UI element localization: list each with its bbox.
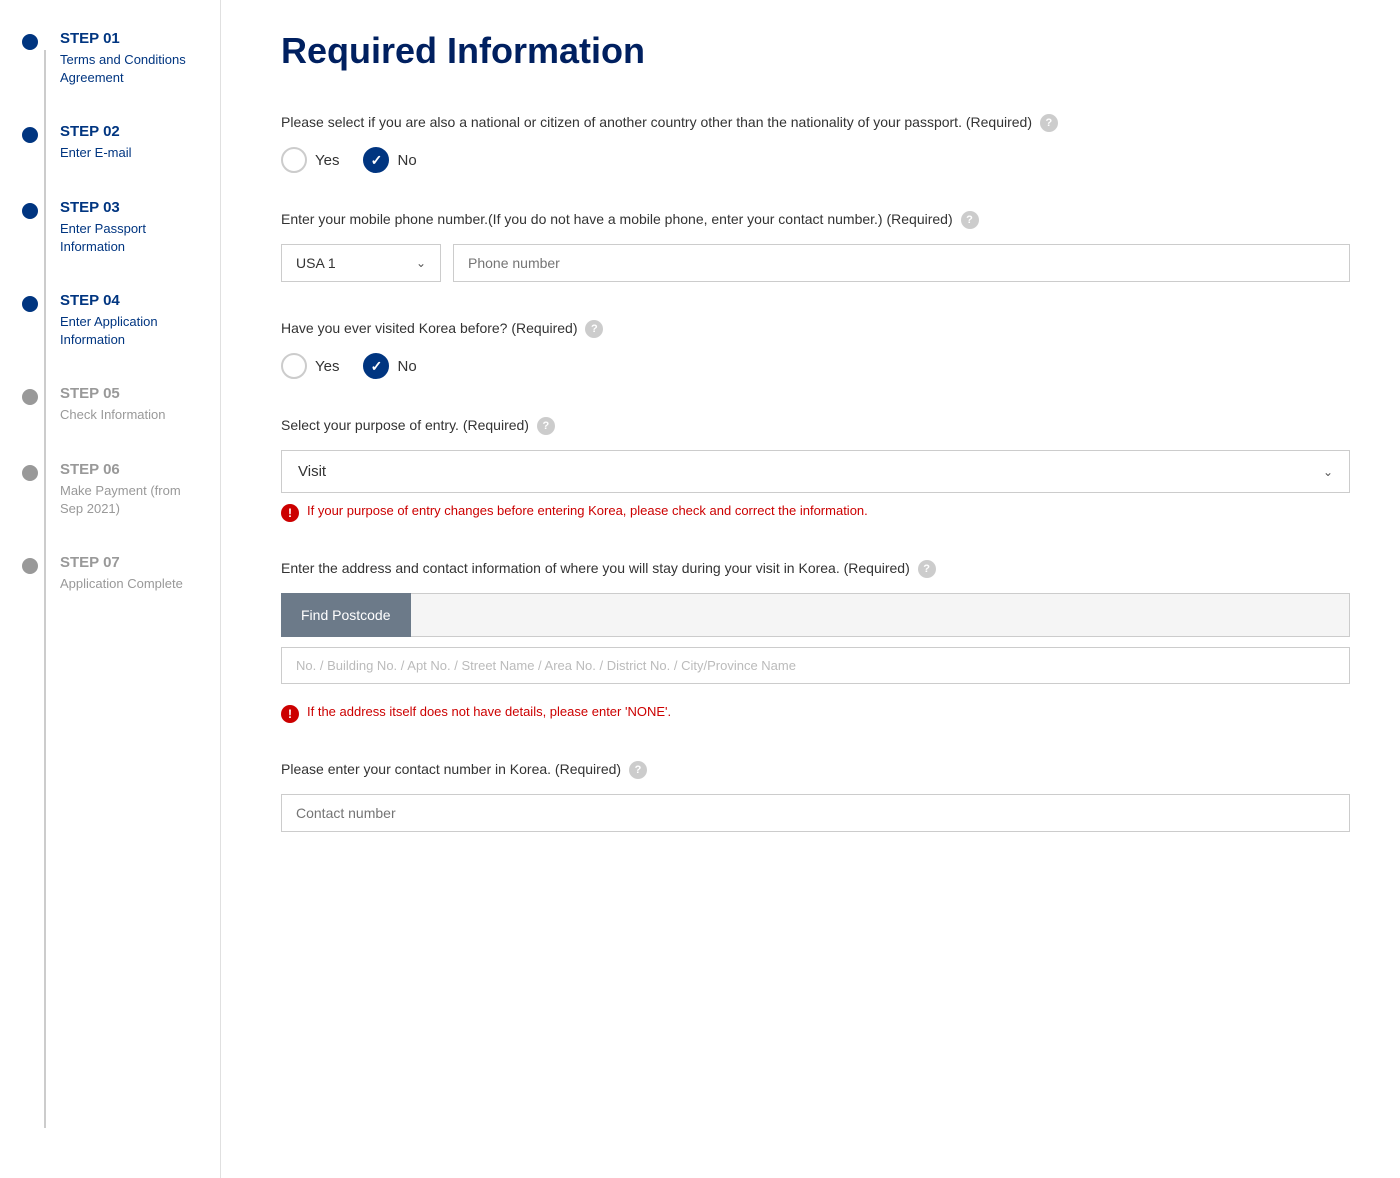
nationality-yes-circle bbox=[281, 147, 307, 173]
sidebar-step-6: STEP 06 Make Payment (from Sep 2021) bbox=[30, 461, 200, 518]
contact-korea-section: Please enter your contact number in Kore… bbox=[281, 759, 1350, 832]
contact-korea-input[interactable] bbox=[281, 794, 1350, 832]
korea-yes-circle bbox=[281, 353, 307, 379]
nationality-yes-label: Yes bbox=[315, 152, 339, 169]
address-full-input[interactable] bbox=[281, 647, 1350, 684]
purpose-warning-text: If your purpose of entry changes before … bbox=[307, 503, 868, 518]
purpose-section: Select your purpose of entry. (Required)… bbox=[281, 415, 1350, 522]
step-label-2: STEP 02 bbox=[60, 123, 200, 140]
korea-visited-radio-group: Yes No bbox=[281, 353, 1350, 379]
nationality-section: Please select if you are also a national… bbox=[281, 112, 1350, 173]
step-desc-2: Enter E-mail bbox=[60, 144, 200, 162]
address-warning-msg: ! If the address itself does not have de… bbox=[281, 704, 1350, 723]
postcode-input[interactable] bbox=[411, 593, 1351, 637]
sidebar-step-3: STEP 03 Enter Passport Information bbox=[30, 199, 200, 256]
step-desc-1: Terms and Conditions Agreement bbox=[60, 51, 200, 87]
nationality-yes-radio[interactable]: Yes bbox=[281, 147, 339, 173]
korea-no-label: No bbox=[397, 358, 416, 375]
step-label-6: STEP 06 bbox=[60, 461, 200, 478]
korea-no-circle bbox=[363, 353, 389, 379]
purpose-select-value: Visit bbox=[298, 463, 326, 480]
address-warning-text: If the address itself does not have deta… bbox=[307, 704, 671, 719]
sidebar-step-2: STEP 02 Enter E-mail bbox=[30, 123, 200, 162]
sidebar: STEP 01Terms and Conditions AgreementSTE… bbox=[0, 0, 220, 1178]
step-label-5: STEP 05 bbox=[60, 385, 200, 402]
sidebar-step-4: STEP 04 Enter Application Information bbox=[30, 292, 200, 349]
purpose-warning-msg: ! If your purpose of entry changes befor… bbox=[281, 503, 1350, 522]
address-section: Enter the address and contact informatio… bbox=[281, 558, 1350, 723]
main-content: Required Information Please select if yo… bbox=[220, 0, 1400, 1178]
korea-yes-label: Yes bbox=[315, 358, 339, 375]
step-label-4: STEP 04 bbox=[60, 292, 200, 309]
step-desc-5: Check Information bbox=[60, 406, 200, 424]
phone-help-icon[interactable]: ? bbox=[961, 211, 979, 229]
nationality-no-label: No bbox=[397, 152, 416, 169]
purpose-select[interactable]: Visit ⌄ bbox=[281, 450, 1350, 493]
korea-help-icon[interactable]: ? bbox=[585, 320, 603, 338]
phone-label: Enter your mobile phone number.(If you d… bbox=[281, 209, 1350, 230]
step-dot-5 bbox=[22, 389, 38, 405]
step-label-1: STEP 01 bbox=[60, 30, 200, 47]
step-dot-6 bbox=[22, 465, 38, 481]
nationality-help-icon[interactable]: ? bbox=[1040, 114, 1058, 132]
step-desc-6: Make Payment (from Sep 2021) bbox=[60, 482, 200, 518]
phone-input[interactable] bbox=[453, 244, 1350, 282]
step-dot-2 bbox=[22, 127, 38, 143]
korea-no-radio[interactable]: No bbox=[363, 353, 416, 379]
purpose-label: Select your purpose of entry. (Required)… bbox=[281, 415, 1350, 436]
nationality-no-circle bbox=[363, 147, 389, 173]
phone-row: USA 1 ⌄ bbox=[281, 244, 1350, 282]
sidebar-step-7: STEP 07 Application Complete bbox=[30, 554, 200, 593]
step-desc-3: Enter Passport Information bbox=[60, 220, 200, 256]
contact-korea-label: Please enter your contact number in Kore… bbox=[281, 759, 1350, 780]
step-label-7: STEP 07 bbox=[60, 554, 200, 571]
sidebar-step-1: STEP 01 Terms and Conditions Agreement bbox=[30, 30, 200, 87]
step-dot-4 bbox=[22, 296, 38, 312]
nationality-label: Please select if you are also a national… bbox=[281, 112, 1350, 133]
step-label-3: STEP 03 bbox=[60, 199, 200, 216]
korea-visited-section: Have you ever visited Korea before? (Req… bbox=[281, 318, 1350, 379]
nationality-radio-group: Yes No bbox=[281, 147, 1350, 173]
address-row: Find Postcode bbox=[281, 593, 1350, 637]
purpose-warning-icon: ! bbox=[281, 504, 299, 522]
find-postcode-button[interactable]: Find Postcode bbox=[281, 593, 411, 637]
country-select[interactable]: USA 1 ⌄ bbox=[281, 244, 441, 282]
purpose-help-icon[interactable]: ? bbox=[537, 417, 555, 435]
page-title: Required Information bbox=[281, 30, 1350, 72]
country-select-value: USA 1 bbox=[296, 255, 336, 271]
purpose-chevron-icon: ⌄ bbox=[1323, 465, 1333, 479]
nationality-no-radio[interactable]: No bbox=[363, 147, 416, 173]
step-desc-7: Application Complete bbox=[60, 575, 200, 593]
phone-section: Enter your mobile phone number.(If you d… bbox=[281, 209, 1350, 282]
korea-yes-radio[interactable]: Yes bbox=[281, 353, 339, 379]
address-warning-icon: ! bbox=[281, 705, 299, 723]
chevron-down-icon: ⌄ bbox=[416, 256, 426, 270]
step-dot-1 bbox=[22, 34, 38, 50]
korea-visited-label: Have you ever visited Korea before? (Req… bbox=[281, 318, 1350, 339]
contact-korea-help-icon[interactable]: ? bbox=[629, 761, 647, 779]
address-help-icon[interactable]: ? bbox=[918, 560, 936, 578]
step-dot-7 bbox=[22, 558, 38, 574]
sidebar-step-5: STEP 05 Check Information bbox=[30, 385, 200, 424]
step-dot-3 bbox=[22, 203, 38, 219]
address-label: Enter the address and contact informatio… bbox=[281, 558, 1350, 579]
step-desc-4: Enter Application Information bbox=[60, 313, 200, 349]
